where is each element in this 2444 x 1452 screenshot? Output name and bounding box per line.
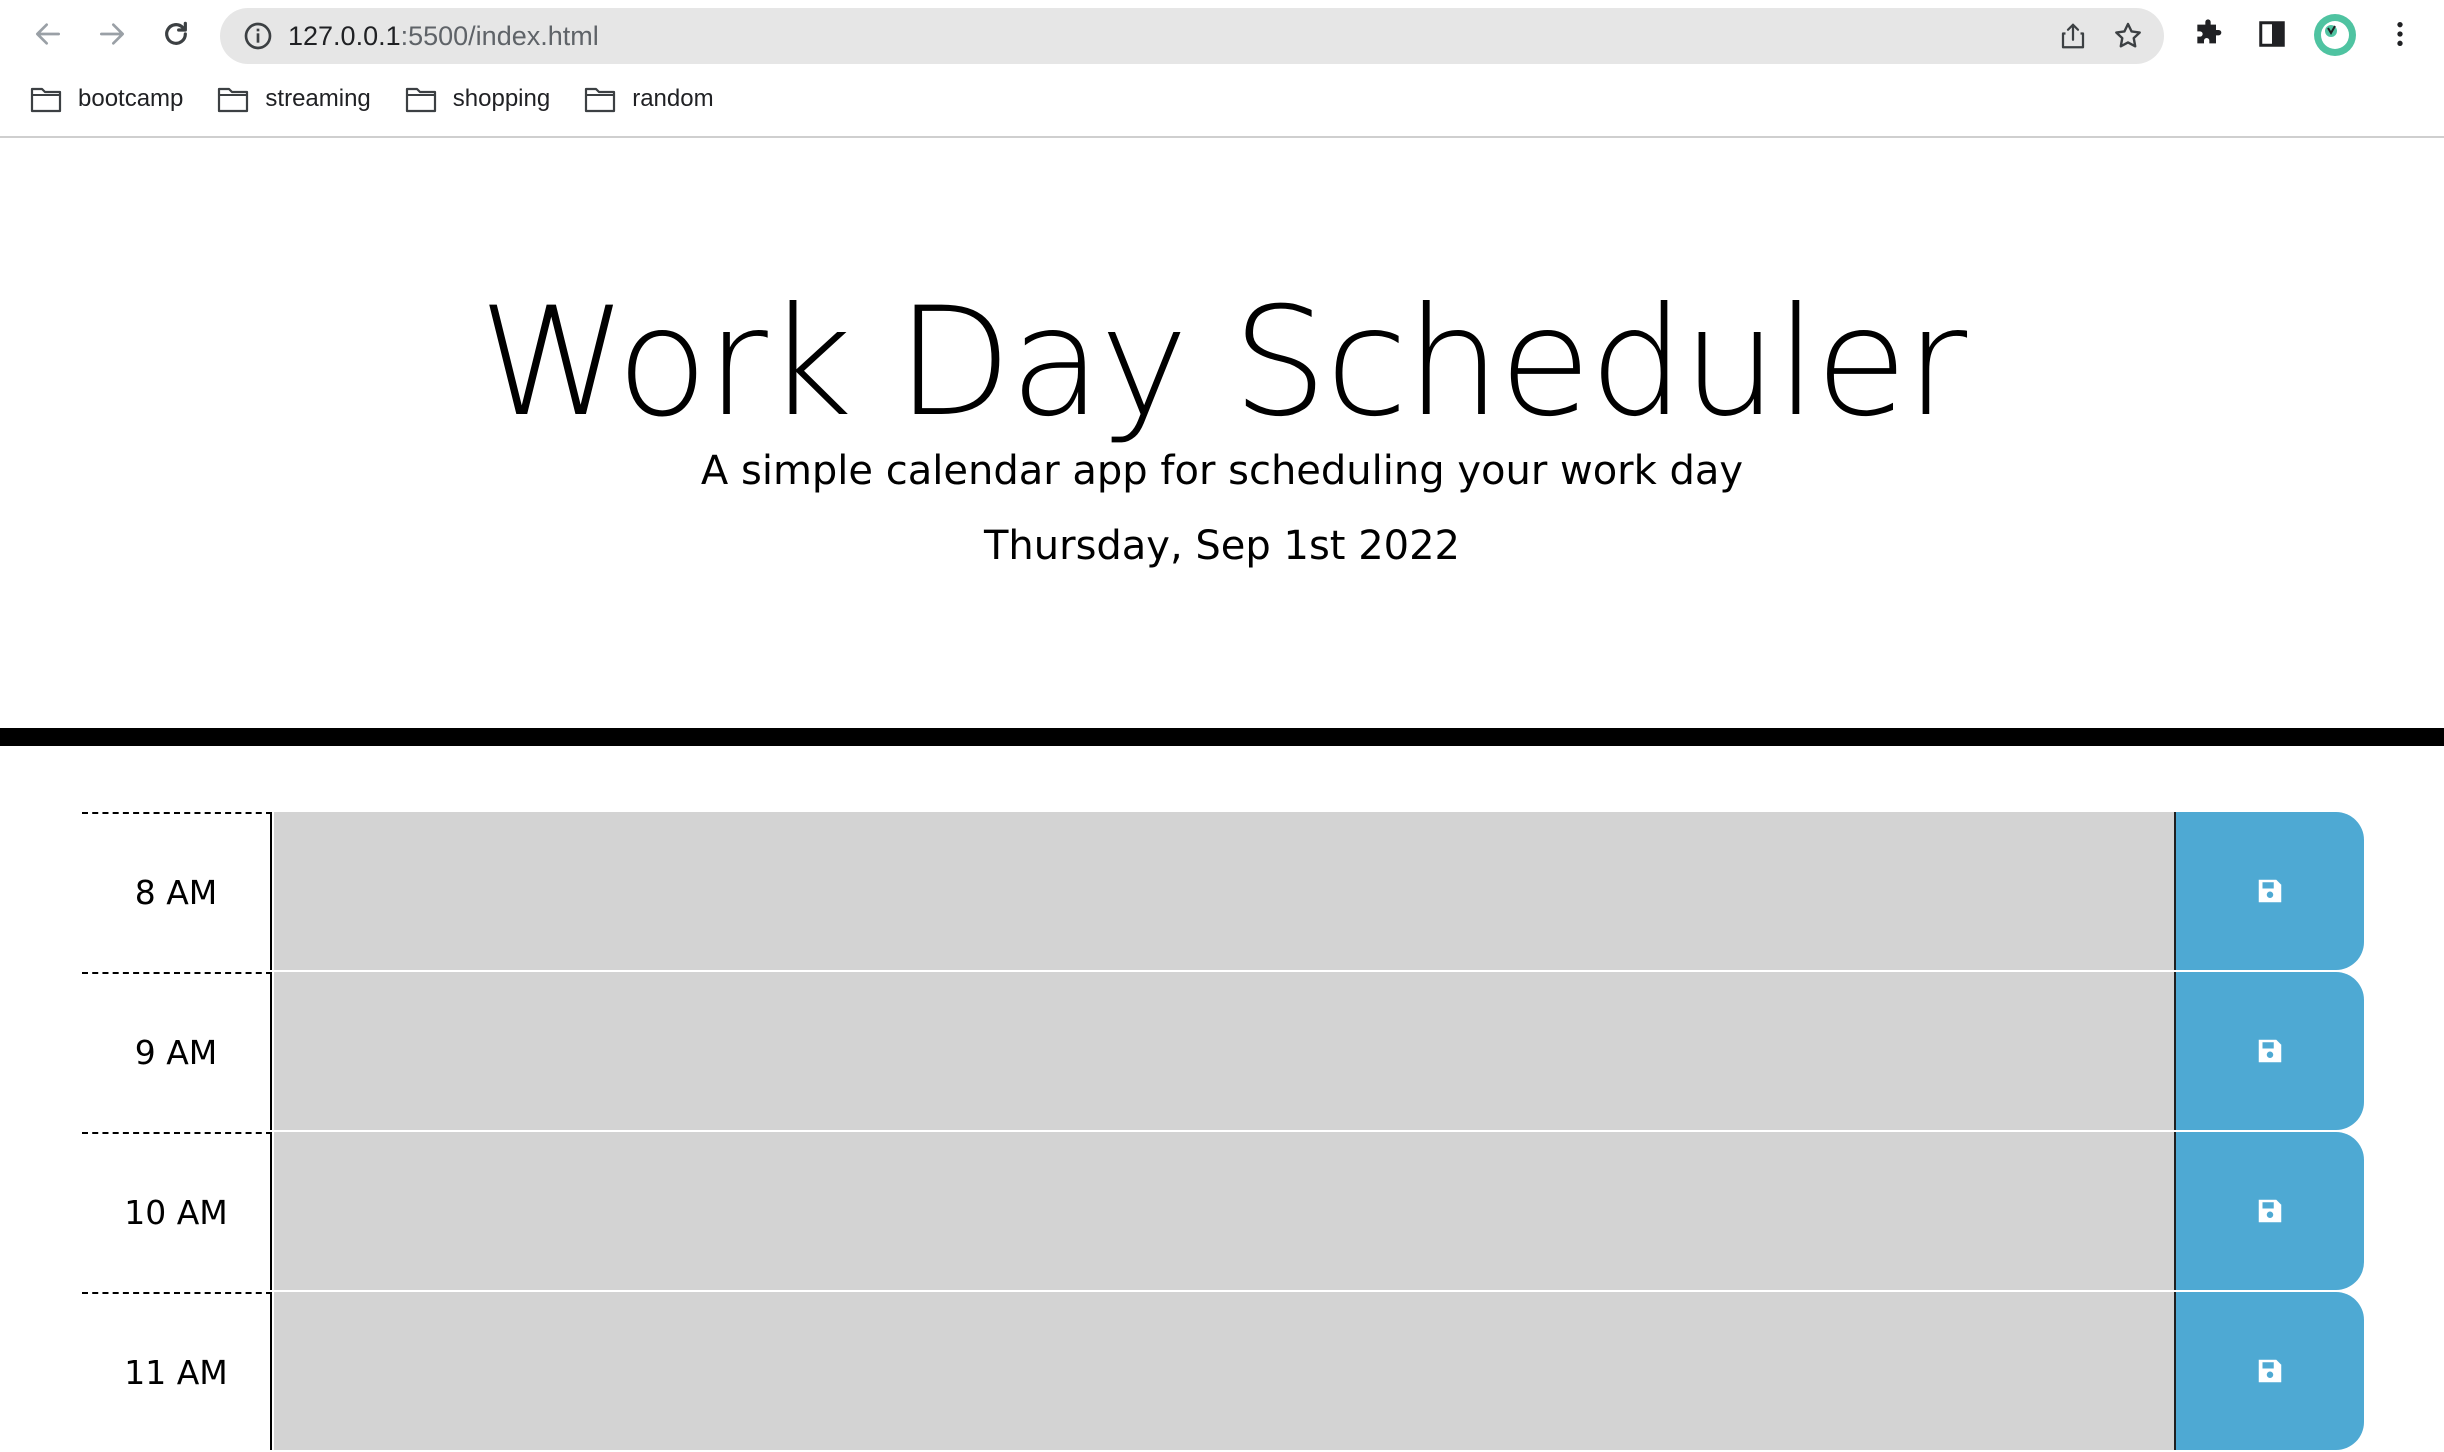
bookmark-label: shopping: [452, 85, 551, 112]
arrow-left-icon: [36, 23, 60, 45]
page-title: Work Day Scheduler: [478, 276, 1967, 450]
share-icon[interactable]: [2058, 21, 2088, 51]
browser-chrome: 127.0.0.1:5500/index.html bootcamp strea…: [0, 0, 2444, 138]
save-button[interactable]: [2174, 812, 2364, 970]
bookmarks-bar: bootcamp streaming shopping random: [30, 78, 748, 120]
hour-label: 11 AM: [82, 1292, 272, 1450]
folder-icon: [585, 87, 616, 113]
save-button[interactable]: [2174, 972, 2364, 1130]
floppy-disk-icon: [2258, 1039, 2282, 1063]
avatar-icon: [2321, 21, 2349, 49]
url-text[interactable]: 127.0.0.1:5500/index.html: [288, 8, 599, 64]
info-icon[interactable]: [242, 20, 274, 52]
page-subtitle: A simple calendar app for scheduling you…: [700, 448, 1744, 494]
forward-button[interactable]: [92, 14, 132, 54]
page-header: Work Day Scheduler A simple calendar app…: [0, 138, 2444, 746]
hour-label: 10 AM: [82, 1132, 272, 1290]
menu-button[interactable]: [2382, 16, 2418, 52]
floppy-disk-icon: [2258, 1359, 2282, 1383]
address-bar[interactable]: 127.0.0.1:5500/index.html: [220, 8, 2164, 64]
arrow-right-icon: [100, 23, 124, 45]
folder-icon: [30, 87, 62, 113]
floppy-disk-icon: [2258, 879, 2282, 903]
bookmark-streaming[interactable]: streaming: [217, 85, 371, 113]
url-host: 127.0.0.1: [288, 21, 401, 51]
bookmark-star-icon[interactable]: [2112, 20, 2144, 52]
side-panel-icon: [2259, 21, 2285, 47]
save-button[interactable]: [2174, 1132, 2364, 1290]
puzzle-icon: [2197, 19, 2222, 44]
event-description-input[interactable]: [274, 812, 2174, 972]
save-button[interactable]: [2174, 1292, 2364, 1450]
profile-avatar[interactable]: [2314, 14, 2356, 56]
side-panel-button[interactable]: [2254, 16, 2290, 52]
bookmark-label: streaming: [265, 85, 371, 112]
bookmark-label: random: [632, 85, 714, 112]
timeblock-row: 8 AM: [82, 812, 2364, 972]
url-path: :5500/index.html: [400, 21, 599, 51]
bookmark-random[interactable]: random: [584, 85, 714, 113]
event-description-input[interactable]: [274, 1132, 2174, 1292]
bookmark-label: bootcamp: [78, 85, 184, 112]
folder-icon: [405, 87, 436, 113]
more-vertical-icon: [2397, 22, 2403, 46]
bookmark-bootcamp[interactable]: bootcamp: [30, 85, 183, 113]
folder-icon: [218, 87, 249, 113]
reload-icon: [165, 21, 187, 45]
reload-button[interactable]: [156, 14, 196, 54]
bookmark-shopping[interactable]: shopping: [405, 85, 550, 113]
hour-label: 8 AM: [82, 812, 272, 970]
event-description-input[interactable]: [274, 972, 2174, 1132]
floppy-disk-icon: [2258, 1199, 2282, 1223]
timeblock-container: 8 AM 9 AM 10 AM 11 AM: [82, 812, 2364, 1452]
extensions-button[interactable]: [2190, 16, 2226, 52]
hour-label: 9 AM: [82, 972, 272, 1130]
timeblock-row: 9 AM: [82, 972, 2364, 1132]
event-description-input[interactable]: [274, 1292, 2174, 1452]
timeblock-row: 10 AM: [82, 1132, 2364, 1292]
current-day: Thursday, Sep 1st 2022: [983, 523, 1460, 569]
back-button[interactable]: [28, 14, 68, 54]
timeblock-row: 11 AM: [82, 1292, 2364, 1452]
